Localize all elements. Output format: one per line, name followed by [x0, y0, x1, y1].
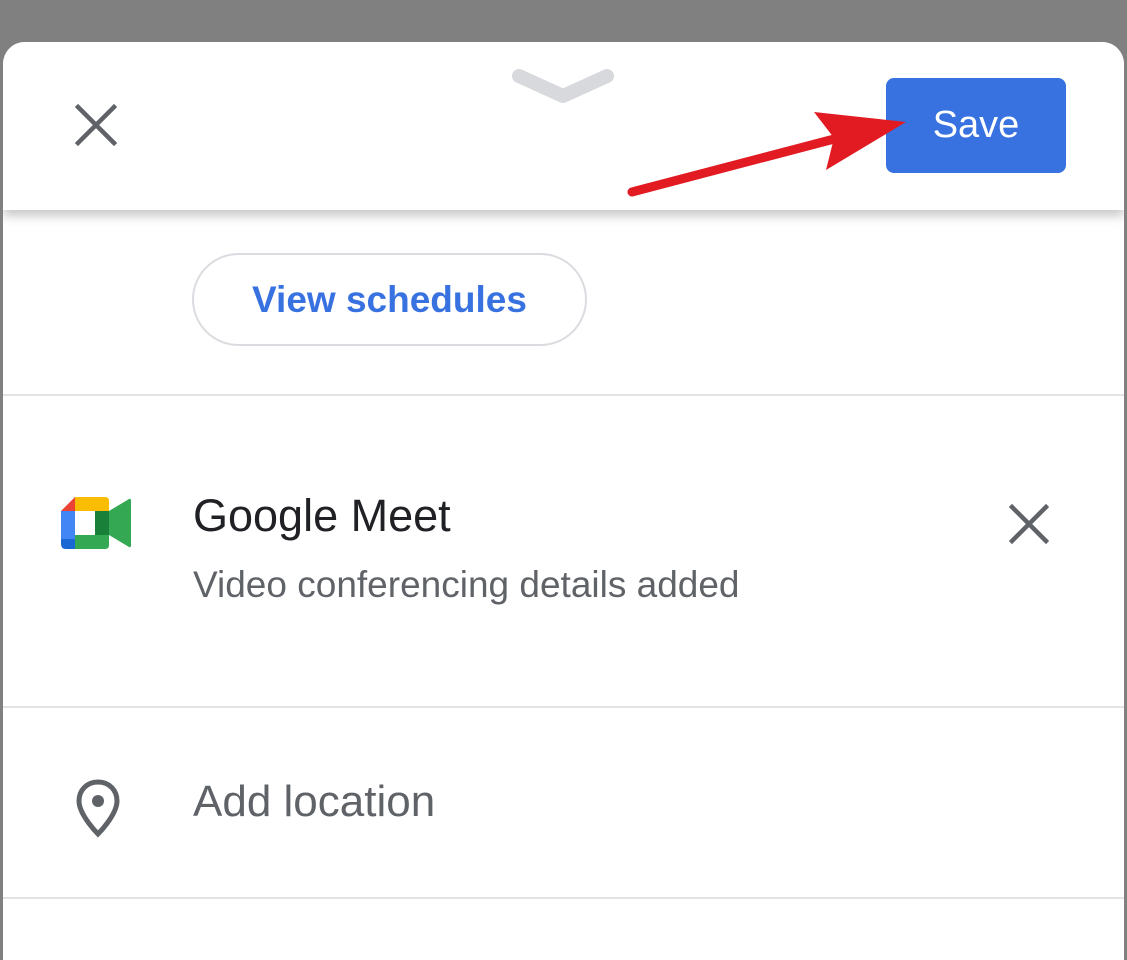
location-pin-icon: [73, 778, 123, 838]
sheet-header: Save: [3, 42, 1124, 210]
drag-handle[interactable]: [511, 66, 615, 106]
divider: [3, 394, 1124, 396]
divider: [3, 897, 1124, 899]
divider: [3, 706, 1124, 708]
close-icon: [74, 103, 118, 147]
conferencing-subtitle: Video conferencing details added: [193, 564, 740, 605]
google-meet-icon: [61, 493, 133, 553]
add-location-field[interactable]: Add location: [193, 777, 435, 827]
event-edit-sheet: Save View schedules Google Meet Video co…: [3, 42, 1124, 960]
close-button[interactable]: [65, 94, 127, 156]
close-icon: [1009, 504, 1049, 544]
save-button[interactable]: Save: [886, 78, 1066, 173]
conferencing-title: Google Meet: [193, 490, 451, 541]
remove-conferencing-button[interactable]: [999, 494, 1059, 554]
view-schedules-button[interactable]: View schedules: [192, 253, 587, 346]
chevron-down-icon: [512, 69, 614, 103]
